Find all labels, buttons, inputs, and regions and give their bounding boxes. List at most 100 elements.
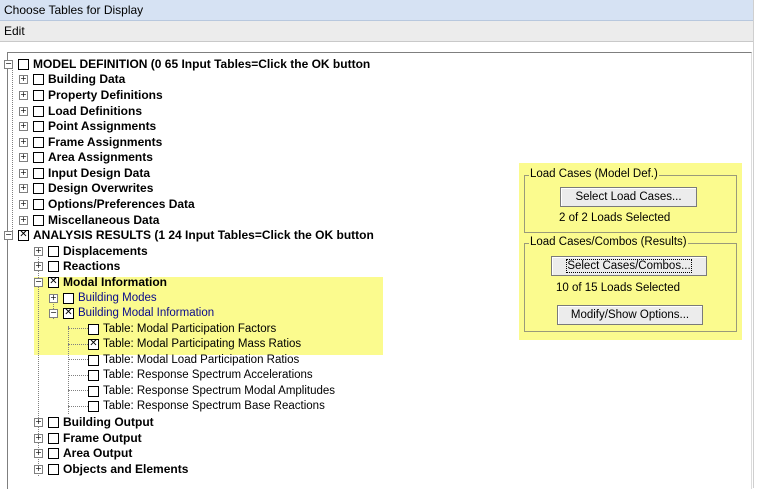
- load-cases-group: Load Cases (Model Def.) Select Load Case…: [524, 168, 737, 233]
- expand-icon[interactable]: +: [19, 169, 28, 178]
- expand-icon[interactable]: +: [34, 465, 43, 474]
- tables-tree-panel: − MODEL DEFINITION (0 65 Input Tables=Cl…: [4, 52, 752, 489]
- load-combos-group-title: Load Cases/Combos (Results): [529, 236, 688, 248]
- menu-item-edit[interactable]: Edit: [4, 24, 25, 38]
- tree-item-label: MODEL DEFINITION (0 65 Input Tables=Clic…: [33, 57, 371, 71]
- expand-icon[interactable]: +: [19, 184, 28, 193]
- checkbox-unchecked-icon[interactable]: [33, 199, 44, 210]
- checkbox-unchecked-icon[interactable]: [33, 121, 44, 132]
- modify-show-options-button-label: Modify/Show Options...: [570, 309, 690, 321]
- checkbox-unchecked-icon[interactable]: [33, 215, 44, 226]
- collapse-icon[interactable]: −: [34, 278, 43, 287]
- tree-item-label: Building Data: [48, 72, 126, 86]
- expand-icon[interactable]: +: [19, 75, 28, 84]
- collapse-icon[interactable]: −: [49, 309, 58, 318]
- tree-item-label: Area Assignments: [48, 150, 153, 164]
- expand-icon[interactable]: +: [19, 200, 28, 209]
- checkbox-unchecked-icon[interactable]: [88, 401, 99, 412]
- tree-item-label: Modal Information: [63, 275, 167, 289]
- tree-item-label: Objects and Elements: [63, 462, 189, 476]
- checkbox-unchecked-icon[interactable]: [33, 137, 44, 148]
- tree-item-label: Building Output: [63, 415, 154, 429]
- menu-bar: Edit: [0, 21, 755, 42]
- window-title: Choose Tables for Display: [4, 3, 144, 17]
- checkbox-unchecked-icon[interactable]: [33, 74, 44, 85]
- tree-item-label: Design Overwrites: [48, 181, 154, 195]
- expand-icon[interactable]: +: [34, 434, 43, 443]
- tree-item-label: Frame Output: [63, 431, 142, 445]
- expand-icon[interactable]: +: [34, 418, 43, 427]
- checkbox-unchecked-icon[interactable]: [18, 59, 29, 70]
- tree-item-label: Miscellaneous Data: [48, 213, 160, 227]
- tree-item-label: Displacements: [63, 244, 148, 258]
- tree-item-label: Table: Response Spectrum Accelerations: [103, 369, 313, 381]
- tree-item-label: Point Assignments: [48, 119, 157, 133]
- tree-line: [12, 68, 13, 233]
- expand-icon[interactable]: +: [34, 449, 43, 458]
- checkbox-unchecked-icon[interactable]: [33, 168, 44, 179]
- checkbox-checked-icon[interactable]: ✕: [18, 230, 29, 241]
- checkbox-unchecked-icon[interactable]: [48, 261, 59, 272]
- checkbox-unchecked-icon[interactable]: [48, 448, 59, 459]
- tree-item-label: Table: Modal Participating Mass Ratios: [103, 338, 302, 350]
- select-load-cases-button[interactable]: Select Load Cases...: [560, 187, 697, 207]
- load-cases-group-title: Load Cases (Model Def.): [529, 168, 659, 180]
- tree-item-label: Building Modal Information: [78, 307, 215, 319]
- expand-icon[interactable]: +: [34, 247, 43, 256]
- window-titlebar: Choose Tables for Display: [0, 0, 755, 21]
- expand-icon[interactable]: +: [19, 122, 28, 131]
- expand-icon[interactable]: +: [19, 138, 28, 147]
- collapse-icon[interactable]: −: [4, 231, 13, 240]
- load-cases-status: 2 of 2 Loads Selected: [559, 212, 671, 224]
- tree-line: [68, 390, 88, 391]
- tree-item-label: ANALYSIS RESULTS (1 24 Input Tables=Clic…: [33, 228, 374, 242]
- tree-item-label: Table: Modal Participation Factors: [103, 323, 277, 335]
- checkbox-checked-icon[interactable]: ✕: [88, 339, 99, 350]
- tree-line: [68, 328, 88, 329]
- tree-line: [68, 406, 88, 407]
- checkbox-unchecked-icon[interactable]: [33, 183, 44, 194]
- tree-item-label: Load Definitions: [48, 104, 142, 118]
- tree-item-label: Frame Assignments: [48, 135, 163, 149]
- expand-icon[interactable]: +: [19, 107, 28, 116]
- expand-icon[interactable]: +: [34, 262, 43, 271]
- checkbox-unchecked-icon[interactable]: [88, 370, 99, 381]
- checkbox-checked-icon[interactable]: ✕: [48, 277, 59, 288]
- checkbox-unchecked-icon[interactable]: [48, 464, 59, 475]
- tree-item-label: Property Definitions: [48, 88, 163, 102]
- expand-icon[interactable]: +: [19, 153, 28, 162]
- tree-line: [68, 359, 88, 360]
- tree-item-label: Building Modes: [78, 292, 157, 304]
- modify-show-options-button[interactable]: Modify/Show Options...: [557, 305, 703, 325]
- checkbox-unchecked-icon[interactable]: [88, 355, 99, 366]
- tree-item-label: Input Design Data: [48, 166, 151, 180]
- select-cases-combos-button-label: Select Cases/Combos...: [566, 259, 692, 273]
- load-combos-status: 10 of 15 Loads Selected: [556, 282, 681, 294]
- tree-line: [68, 326, 69, 414]
- tree-item-label: Options/Preferences Data: [48, 197, 195, 211]
- checkbox-unchecked-icon[interactable]: [33, 90, 44, 101]
- collapse-icon[interactable]: −: [4, 60, 13, 69]
- checkbox-unchecked-icon[interactable]: [63, 293, 74, 304]
- expand-icon[interactable]: +: [19, 91, 28, 100]
- tree-item-label: Table: Modal Load Participation Ratios: [103, 354, 300, 366]
- select-cases-combos-button[interactable]: Select Cases/Combos...: [551, 256, 707, 276]
- load-options-panel: Load Cases (Model Def.) Select Load Case…: [519, 163, 742, 340]
- checkbox-unchecked-icon[interactable]: [88, 324, 99, 335]
- checkbox-unchecked-icon[interactable]: [48, 417, 59, 428]
- select-load-cases-button-label: Select Load Cases...: [575, 191, 682, 203]
- tree-item-label: Area Output: [63, 446, 133, 460]
- tree-item-label: Table: Response Spectrum Modal Amplitude…: [103, 385, 336, 397]
- checkbox-checked-icon[interactable]: ✕: [63, 308, 74, 319]
- tree-item-label: Table: Response Spectrum Base Reactions: [103, 400, 325, 412]
- load-combos-group: Load Cases/Combos (Results) Select Cases…: [524, 236, 737, 332]
- checkbox-unchecked-icon[interactable]: [88, 386, 99, 397]
- checkbox-unchecked-icon[interactable]: [33, 106, 44, 117]
- window-right-edge: [753, 0, 761, 488]
- expand-icon[interactable]: +: [19, 216, 28, 225]
- checkbox-unchecked-icon[interactable]: [33, 152, 44, 163]
- tree-line: [68, 344, 88, 345]
- checkbox-unchecked-icon[interactable]: [48, 246, 59, 257]
- checkbox-unchecked-icon[interactable]: [48, 433, 59, 444]
- expand-icon[interactable]: +: [49, 294, 58, 303]
